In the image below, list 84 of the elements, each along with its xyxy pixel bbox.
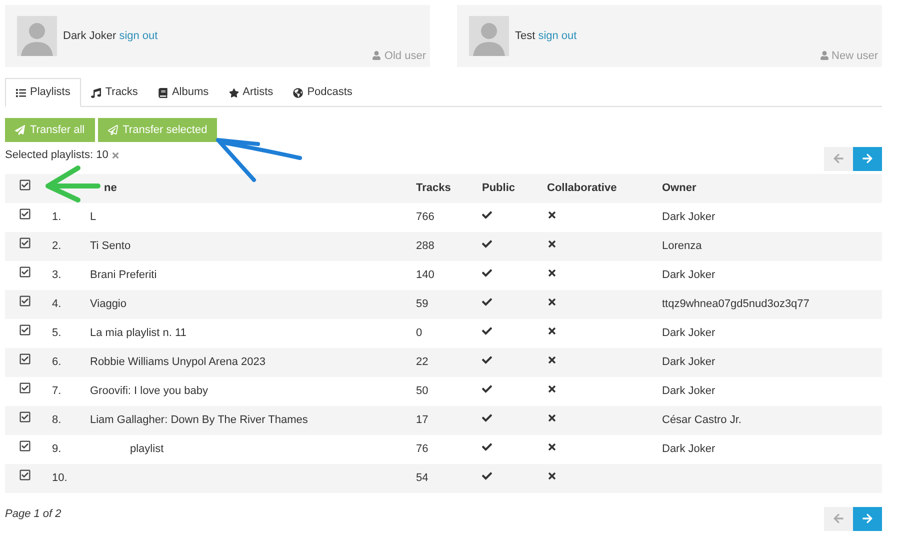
list-icon xyxy=(16,88,26,98)
paper-plane-icon xyxy=(15,125,25,135)
arrow-left-icon xyxy=(833,153,844,164)
checkbox[interactable] xyxy=(19,324,31,336)
book-icon xyxy=(158,88,168,98)
track-count: 76 xyxy=(416,442,428,455)
track-count: 22 xyxy=(416,356,428,368)
row-number: 1. xyxy=(52,210,62,223)
row-number: 2. xyxy=(52,240,62,252)
owner-name: Dark Joker xyxy=(662,442,716,455)
star-icon xyxy=(228,88,239,98)
track-count: 50 xyxy=(416,384,428,397)
user-role: New user xyxy=(832,48,878,64)
playlist-name: L xyxy=(90,210,96,223)
arrow-right-icon xyxy=(862,153,873,164)
track-count: 17 xyxy=(416,414,428,426)
user-icon xyxy=(820,51,829,60)
track-count: 59 xyxy=(416,298,428,310)
playlist-name: Viaggio xyxy=(90,298,126,310)
annotation-arrow xyxy=(44,164,102,204)
user-name: Dark Joker xyxy=(63,29,116,44)
next-page-button[interactable] xyxy=(853,506,882,530)
checkbox[interactable] xyxy=(19,382,31,394)
track-count: 288 xyxy=(416,240,434,252)
user-role: Old user xyxy=(384,48,426,64)
row-number: 6. xyxy=(52,356,62,368)
owner-name: Dark Joker xyxy=(662,268,716,281)
playlist-name: Liam Gallagher: Down By The River Thames xyxy=(90,414,308,426)
row-number: 3. xyxy=(52,268,62,281)
owner-name: Lorenza xyxy=(662,240,702,252)
arrow-left-icon xyxy=(833,513,844,524)
owner-name: ttqz9whnea07gd5nud3oz3q77 xyxy=(662,298,810,310)
tab[interactable]: Podcasts xyxy=(283,78,362,107)
tab[interactable]: Playlists xyxy=(5,78,82,107)
music-note-icon xyxy=(91,88,102,98)
playlist-name: Ti Sento xyxy=(90,240,131,252)
column-header: Owner xyxy=(662,182,696,194)
track-count: 766 xyxy=(416,210,434,223)
checkbox[interactable] xyxy=(19,179,31,192)
column-header: Tracks xyxy=(416,182,451,194)
tab[interactable]: Artists xyxy=(218,78,284,107)
page-indicator: Page 1 of 2 xyxy=(5,507,62,522)
checkbox[interactable] xyxy=(19,208,31,220)
playlist-name: Robbie Williams Unypol Arena 2023 xyxy=(90,356,266,368)
user-name: Test xyxy=(515,29,536,44)
selected-count: Selected playlists: 10 xyxy=(5,148,108,163)
track-count: 54 xyxy=(416,472,428,484)
checkbox[interactable] xyxy=(19,237,31,250)
row-number: 10. xyxy=(52,472,68,484)
owner-name: César Castro Jr. xyxy=(662,414,742,426)
avatar-icon xyxy=(469,16,509,56)
arrow-right-icon xyxy=(862,513,873,524)
owner-name: Dark Joker xyxy=(662,356,716,368)
owner-name: Dark Joker xyxy=(662,326,716,339)
track-count: 140 xyxy=(416,268,434,281)
checkbox[interactable] xyxy=(19,411,31,424)
globe-icon xyxy=(293,88,304,98)
tab[interactable]: Tracks xyxy=(81,78,148,107)
playlist-name: Brani Preferiti xyxy=(90,268,157,281)
column-header: Public xyxy=(482,182,516,194)
owner-name: Dark Joker xyxy=(662,210,716,223)
playlist-name: Groovifi: I love you baby xyxy=(90,384,208,397)
owner-name: Dark Joker xyxy=(662,384,716,397)
checkbox[interactable] xyxy=(19,295,31,308)
avatar-icon xyxy=(17,16,57,56)
row-number: 8. xyxy=(52,414,62,426)
row-number: 7. xyxy=(52,384,62,397)
row-number: 9. xyxy=(52,442,62,455)
column-header: ne xyxy=(104,182,117,194)
checkbox[interactable] xyxy=(19,440,31,452)
row-number: 4. xyxy=(52,298,62,310)
paper-plane-icon xyxy=(108,125,118,135)
track-count: 0 xyxy=(416,326,422,339)
user-icon xyxy=(372,51,382,60)
playlist-name: La mia playlist n. 11 xyxy=(90,326,186,339)
checkbox[interactable] xyxy=(19,469,31,482)
playlist-name: playlist xyxy=(130,442,164,455)
next-page-button[interactable] xyxy=(853,146,882,170)
clear-icon[interactable] xyxy=(111,150,120,160)
checkbox[interactable] xyxy=(19,353,31,366)
tab[interactable]: Albums xyxy=(148,78,219,107)
row-number: 5. xyxy=(52,326,62,339)
checkbox[interactable] xyxy=(19,266,31,278)
column-header: Collaborative xyxy=(547,182,617,194)
